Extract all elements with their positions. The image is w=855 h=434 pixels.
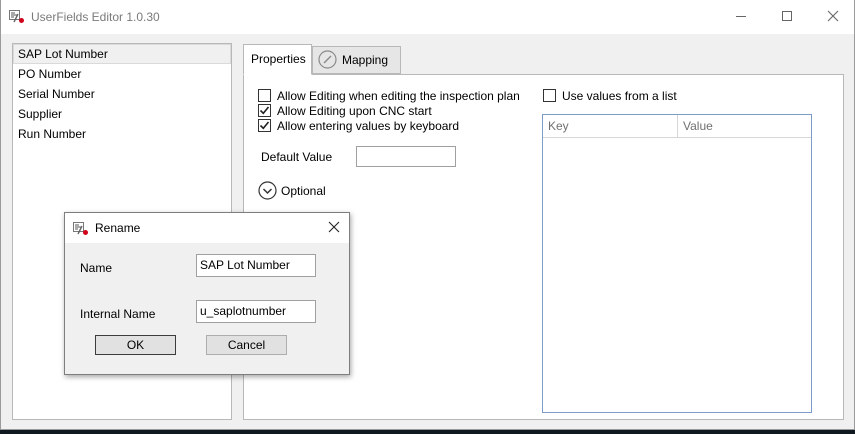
values-table-header: Key Value — [543, 115, 811, 138]
maximize-button[interactable] — [764, 0, 810, 34]
userfields-app-icon — [9, 10, 25, 24]
checkbox-label: Allow Editing when editing the inspectio… — [277, 89, 520, 103]
column-header-value[interactable]: Value — [678, 115, 811, 138]
checkbox-label: Allow Editing upon CNC start — [277, 104, 432, 118]
default-value-label: Default Value — [261, 150, 333, 164]
checkbox-box[interactable] — [258, 89, 271, 102]
name-label: Name — [80, 261, 113, 275]
desktop-background — [0, 430, 855, 434]
tab-properties-label: Properties — [251, 52, 306, 66]
minimize-button[interactable] — [718, 0, 764, 34]
checkbox-box[interactable] — [543, 89, 556, 102]
values-table[interactable]: Key Value — [542, 114, 812, 413]
checkbox-label: Allow entering values by keyboard — [277, 119, 460, 133]
userfields-app-icon — [73, 222, 89, 236]
list-item[interactable]: Run Number — [13, 124, 231, 144]
dialog-titlebar[interactable]: Rename — [65, 213, 349, 243]
checkmark-icon — [259, 121, 270, 130]
maximize-icon — [781, 10, 793, 25]
tab-properties[interactable]: Properties — [243, 44, 312, 75]
close-button[interactable] — [810, 0, 855, 34]
minimize-icon — [735, 10, 747, 25]
list-item[interactable]: Supplier — [13, 104, 231, 124]
ok-button[interactable]: OK — [95, 335, 176, 355]
list-item[interactable]: PO Number — [13, 64, 231, 84]
checkmark-icon — [259, 106, 270, 115]
chevron-down-circle-icon — [258, 181, 277, 200]
tab-mapping[interactable]: Mapping — [312, 46, 401, 74]
window-title: UserFields Editor 1.0.30 — [31, 10, 160, 24]
close-icon — [328, 221, 340, 236]
window-titlebar[interactable]: UserFields Editor 1.0.30 — [1, 0, 854, 34]
checkbox-box[interactable] — [258, 104, 271, 117]
close-icon — [827, 10, 839, 25]
dialog-title: Rename — [95, 221, 141, 235]
slash-circle-icon — [318, 50, 337, 69]
list-item[interactable]: SAP Lot Number — [13, 44, 231, 64]
checkbox-box[interactable] — [258, 119, 271, 132]
use-values-list-checkbox[interactable]: Use values from a list — [543, 89, 693, 105]
dialog-close-button[interactable] — [319, 213, 349, 243]
optional-label: Optional — [281, 184, 326, 198]
allow-edit-inspection-plan-checkbox[interactable]: Allow Editing when editing the inspectio… — [258, 89, 528, 105]
allow-edit-cnc-start-checkbox[interactable]: Allow Editing upon CNC start — [258, 104, 458, 120]
default-value-input[interactable] — [356, 146, 456, 167]
checkbox-label: Use values from a list — [562, 89, 677, 103]
list-item[interactable]: Serial Number — [13, 84, 231, 104]
internal-name-input[interactable]: u_saplotnumber — [196, 300, 316, 323]
name-input[interactable]: SAP Lot Number — [196, 254, 316, 277]
allow-keyboard-entry-checkbox[interactable]: Allow entering values by keyboard — [258, 119, 468, 135]
cancel-button[interactable]: Cancel — [206, 335, 287, 355]
tab-mapping-label: Mapping — [342, 53, 389, 67]
rename-dialog: Rename Name SAP Lot Number Internal Name… — [64, 212, 350, 375]
internal-name-label: Internal Name — [80, 307, 156, 321]
column-header-key[interactable]: Key — [543, 115, 678, 138]
